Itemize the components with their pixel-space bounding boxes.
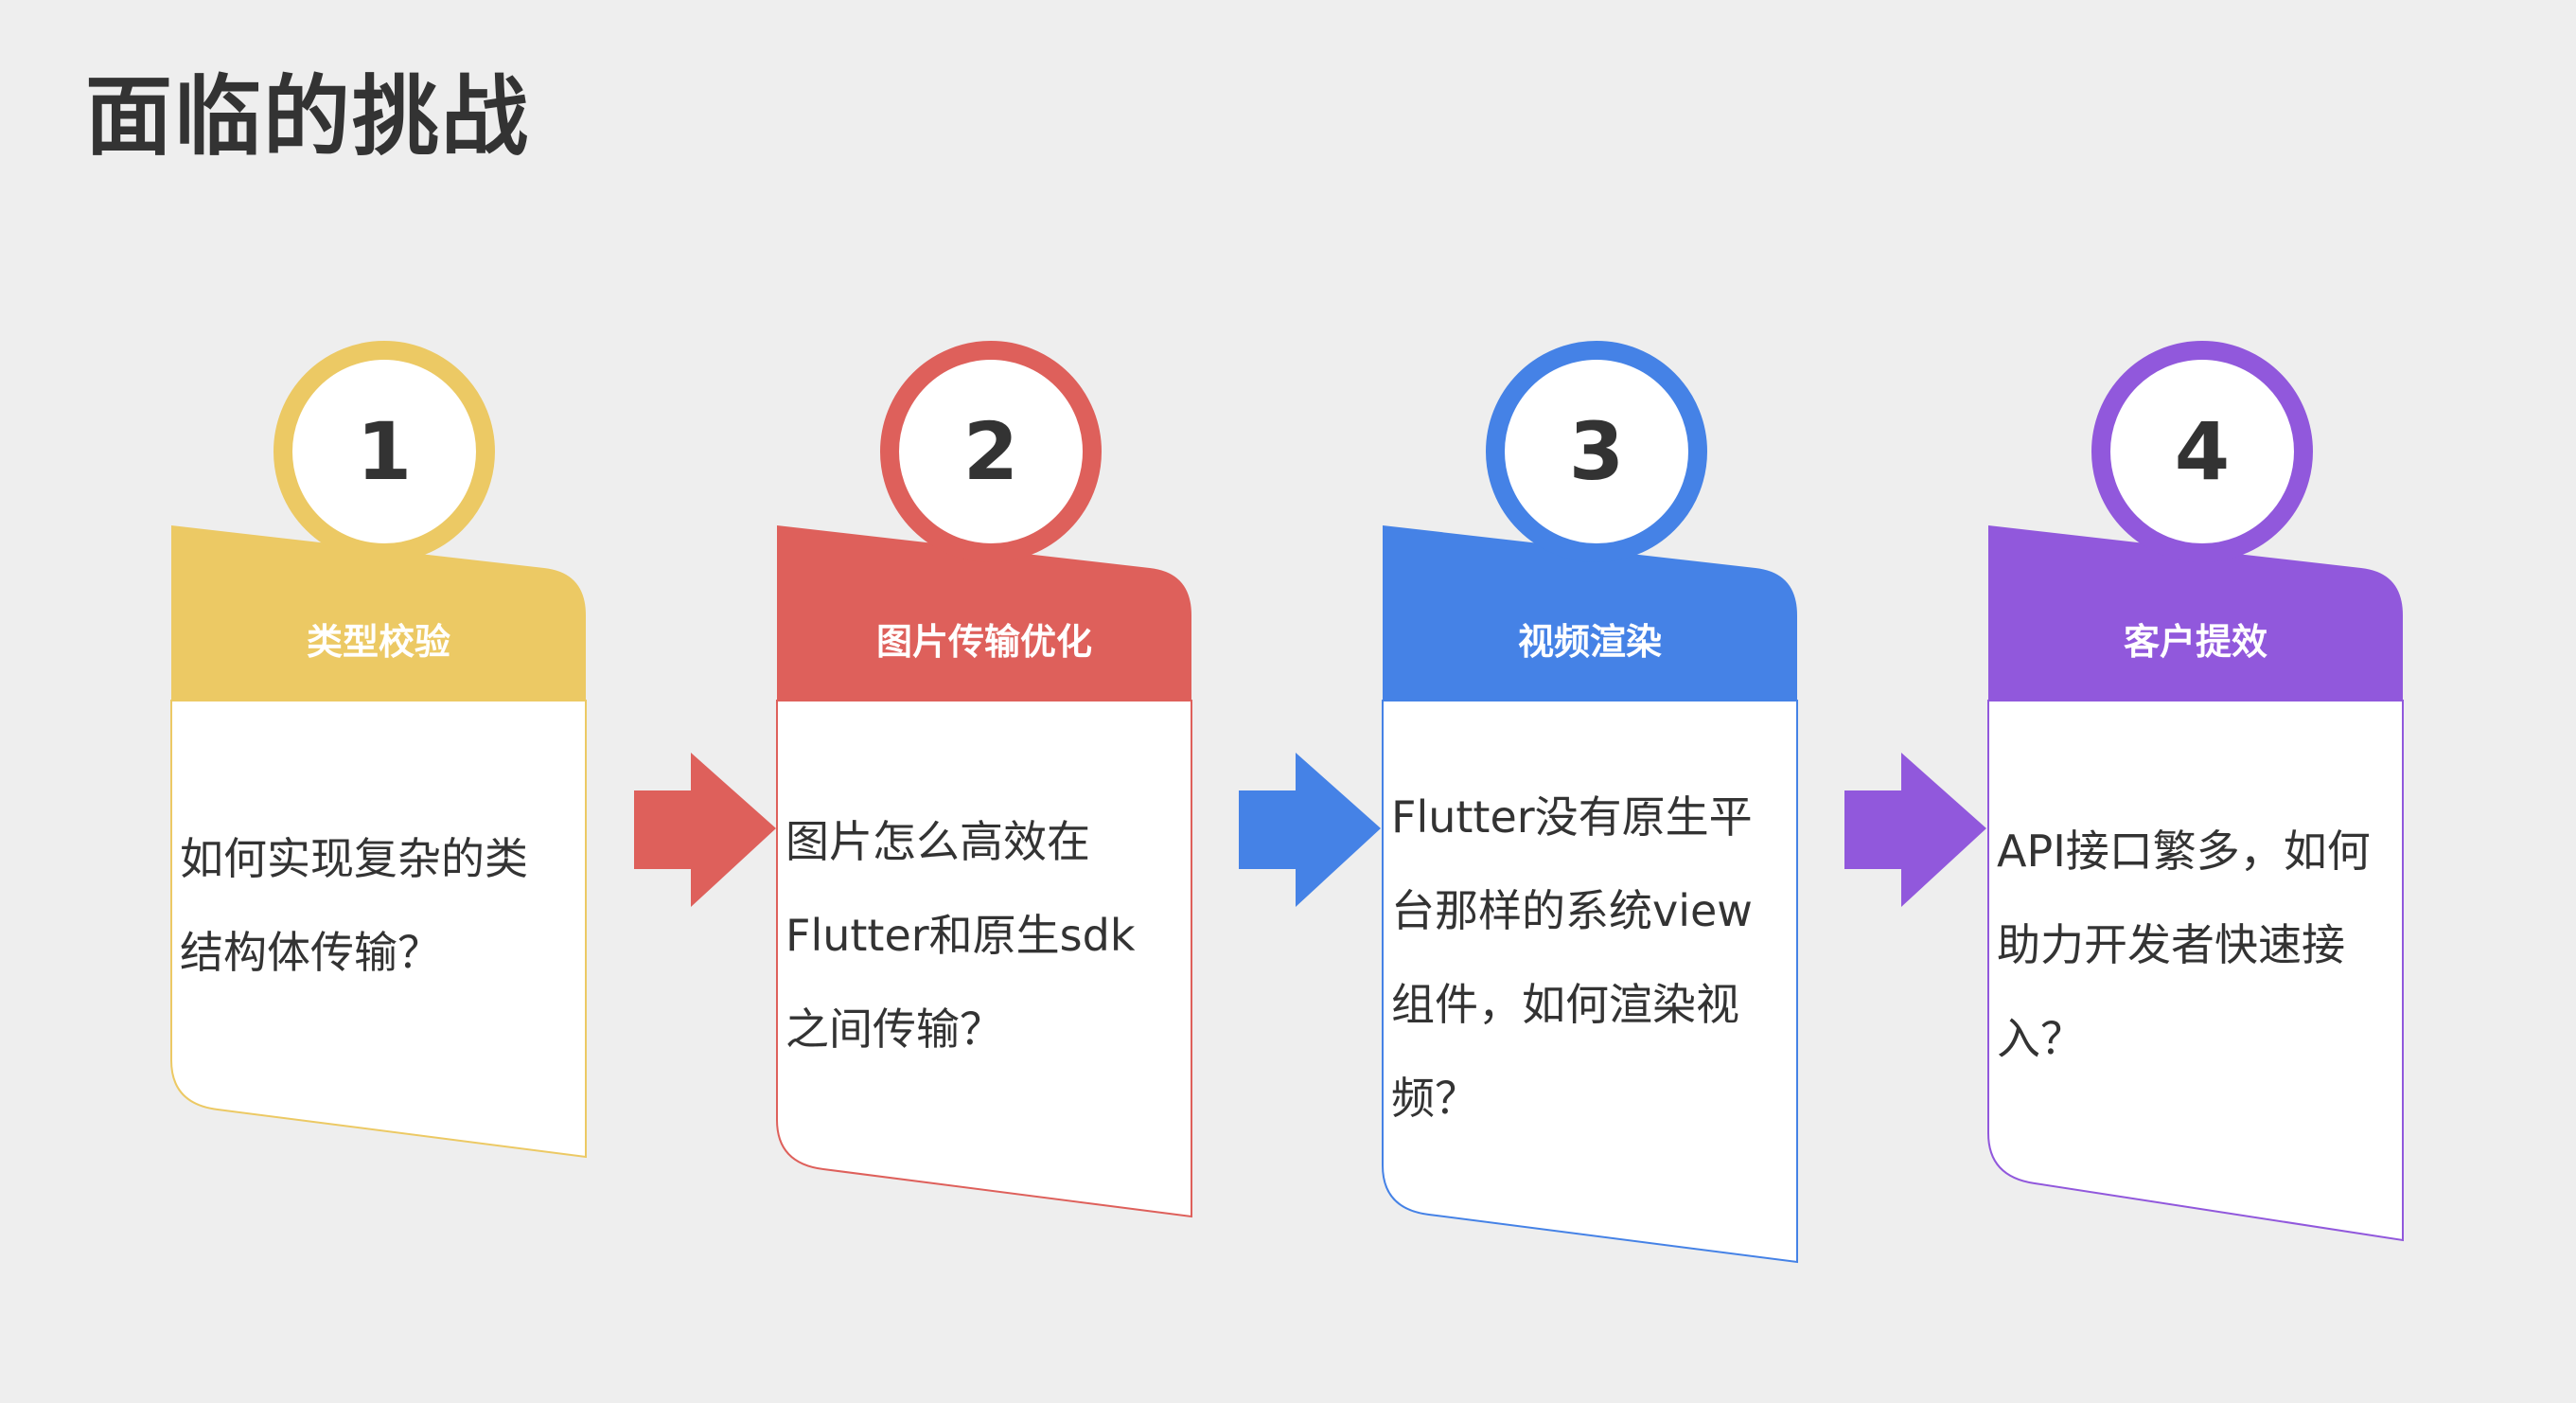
arrow-right-icon (1844, 753, 1986, 907)
